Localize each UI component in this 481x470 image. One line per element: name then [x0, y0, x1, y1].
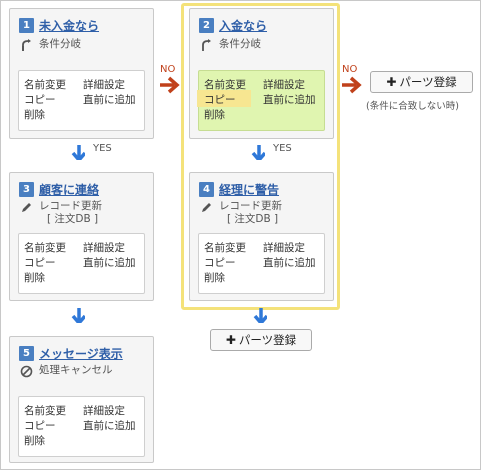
node-header: 5 メッセージ表示 [19, 345, 123, 362]
cancel-icon [19, 364, 33, 378]
plus-icon: ✚ [386, 75, 397, 89]
insert-before-link[interactable]: 直前に追加 [263, 92, 316, 107]
node-header: 4 経理に警告 [199, 181, 279, 198]
flow-node-2: 2 入金なら 条件分岐 名前変更 詳細設定 コピー 直前に追加 削除 [189, 8, 334, 139]
node-menu: 名前変更 詳細設定 コピー 直前に追加 削除 [18, 233, 145, 294]
delete-link[interactable]: 削除 [204, 270, 225, 285]
step-number-badge: 1 [19, 18, 34, 33]
detail-settings-link[interactable]: 詳細設定 [83, 77, 125, 92]
rename-link[interactable]: 名前変更 [24, 240, 66, 255]
yes-label: YES [93, 143, 112, 154]
pencil-icon [199, 200, 213, 214]
add-part-button[interactable]: ✚ パーツ登録 [370, 71, 473, 93]
node-header: 1 未入金なら [19, 17, 99, 34]
rename-link[interactable]: 名前変更 [24, 77, 66, 92]
node-title-link[interactable]: 経理に警告 [219, 181, 279, 198]
node-subtitle: 条件分岐 [19, 38, 81, 52]
rename-link[interactable]: 名前変更 [204, 240, 246, 255]
node-title-link[interactable]: メッセージ表示 [39, 345, 123, 362]
add-part-button[interactable]: ✚ パーツ登録 [210, 329, 312, 351]
delete-link[interactable]: 削除 [24, 270, 45, 285]
arrow-down-icon [251, 145, 265, 160]
insert-before-link[interactable]: 直前に追加 [263, 255, 316, 270]
node-title-link[interactable]: 入金なら [219, 17, 267, 34]
copy-link[interactable]: コピー [24, 418, 56, 433]
delete-link[interactable]: 削除 [24, 107, 45, 122]
rename-link[interactable]: 名前変更 [24, 403, 66, 418]
step-number-badge: 3 [19, 182, 34, 197]
detail-settings-link[interactable]: 詳細設定 [83, 403, 125, 418]
step-number-badge: 4 [199, 182, 214, 197]
node-subtitle: レコード更新 [ 注文DB ] [199, 200, 282, 226]
node-type-label: 条件分岐 [219, 38, 261, 50]
delete-link[interactable]: 削除 [24, 433, 45, 448]
flow-node-5: 5 メッセージ表示 処理キャンセル 名前変更 詳細設定 コピー 直前に追加 削除 [9, 336, 154, 463]
branch-icon [199, 38, 213, 52]
step-number-badge: 5 [19, 346, 34, 361]
node-target-label: [ 注文DB ] [47, 213, 99, 225]
copy-link[interactable]: コピー [204, 255, 236, 270]
node-subtitle: レコード更新 [ 注文DB ] [19, 200, 102, 226]
node-type-label: レコード更新 [39, 200, 102, 212]
insert-before-link[interactable]: 直前に追加 [83, 92, 136, 107]
arrow-right-icon [160, 76, 180, 94]
node-subtitle: 条件分岐 [199, 38, 261, 52]
pencil-icon [19, 200, 33, 214]
detail-settings-link[interactable]: 詳細設定 [83, 240, 125, 255]
node-type-label: 処理キャンセル [39, 364, 113, 376]
no-label: NO [160, 64, 176, 75]
arrow-down-icon [71, 145, 85, 160]
branch-icon [19, 38, 33, 52]
plus-icon: ✚ [225, 333, 236, 347]
arrow-right-icon [342, 76, 362, 94]
detail-settings-link[interactable]: 詳細設定 [263, 77, 305, 92]
copy-link[interactable]: コピー [24, 255, 56, 270]
add-part-label: パーツ登録 [399, 75, 457, 89]
rename-link[interactable]: 名前変更 [204, 77, 246, 92]
flow-node-1: 1 未入金なら 条件分岐 名前変更 詳細設定 コピー 直前に追加 削除 [9, 8, 154, 139]
node-type-label: レコード更新 [219, 200, 282, 212]
node-target-label: [ 注文DB ] [227, 213, 279, 225]
node-title-link[interactable]: 未入金なら [39, 17, 99, 34]
arrow-down-icon [253, 308, 267, 323]
step-number-badge: 2 [199, 18, 214, 33]
node-type-label: 条件分岐 [39, 38, 81, 50]
node-header: 2 入金なら [199, 17, 267, 34]
node-menu: 名前変更 詳細設定 コピー 直前に追加 削除 [197, 70, 325, 131]
insert-before-link[interactable]: 直前に追加 [83, 255, 136, 270]
node-menu: 名前変更 詳細設定 コピー 直前に追加 削除 [18, 70, 145, 131]
flow-node-4: 4 経理に警告 レコード更新 [ 注文DB ] 名前変更 詳細設定 コピー 直前… [189, 172, 334, 301]
copy-link[interactable]: コピー [204, 92, 236, 107]
insert-before-link[interactable]: 直前に追加 [83, 418, 136, 433]
delete-link[interactable]: 削除 [204, 107, 225, 122]
yes-label: YES [273, 143, 292, 154]
add-part-label: パーツ登録 [238, 333, 297, 347]
copy-link[interactable]: コピー [24, 92, 56, 107]
node-menu: 名前変更 詳細設定 コピー 直前に追加 削除 [198, 233, 325, 294]
no-label: NO [342, 64, 358, 75]
node-menu: 名前変更 詳細設定 コピー 直前に追加 削除 [18, 396, 145, 457]
arrow-down-icon [71, 308, 85, 323]
node-title-link[interactable]: 顧客に連絡 [39, 181, 99, 198]
condition-note: (条件に合致しない時) [366, 101, 459, 112]
node-subtitle: 処理キャンセル [19, 364, 113, 378]
detail-settings-link[interactable]: 詳細設定 [263, 240, 305, 255]
flow-node-3: 3 顧客に連絡 レコード更新 [ 注文DB ] 名前変更 詳細設定 コピー 直前… [9, 172, 154, 301]
node-header: 3 顧客に連絡 [19, 181, 99, 198]
